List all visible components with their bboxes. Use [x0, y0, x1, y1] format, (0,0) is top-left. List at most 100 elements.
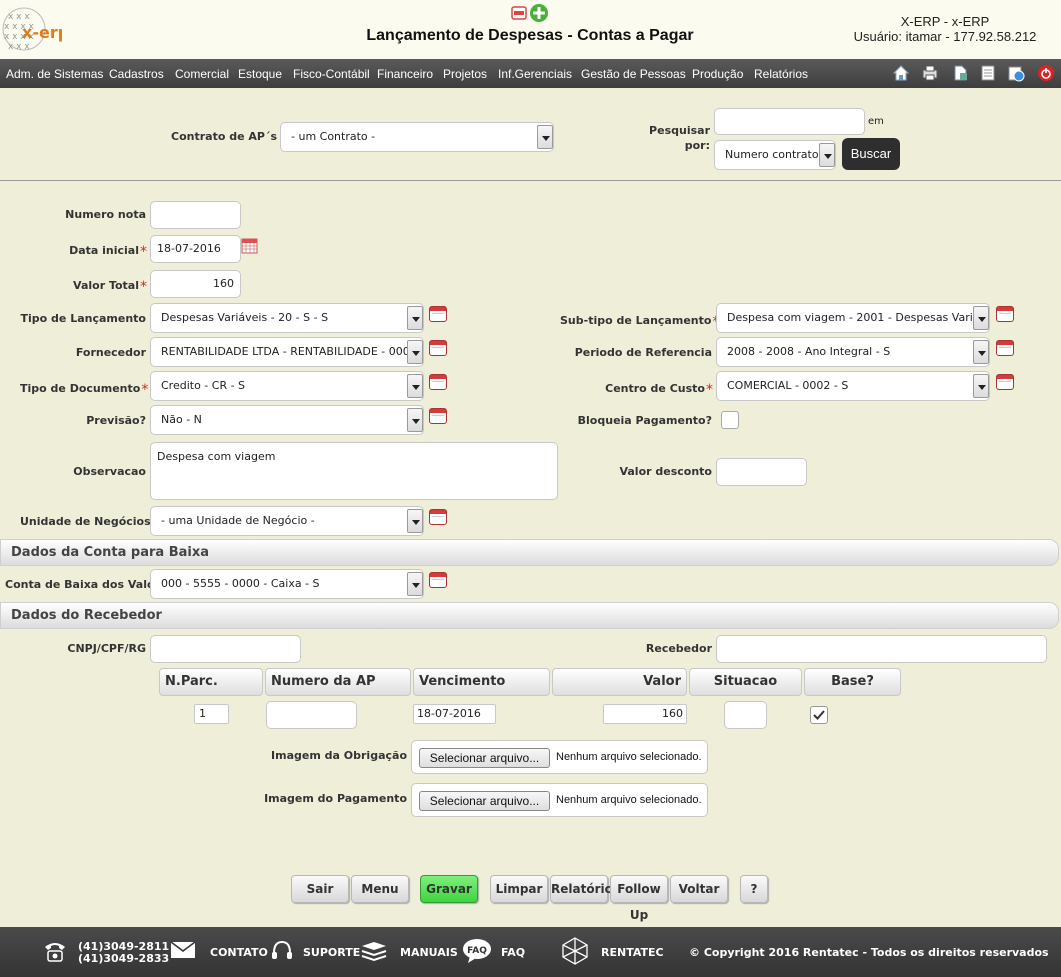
- chevron-down-icon: [819, 143, 835, 167]
- home-icon[interactable]: [892, 64, 910, 82]
- recebedor-input[interactable]: [716, 635, 1047, 663]
- chevron-down-icon: [973, 306, 989, 330]
- previsao-lookup-icon[interactable]: [429, 408, 447, 424]
- rentatec-logo-icon[interactable]: [560, 936, 590, 966]
- page-icon[interactable]: [979, 64, 997, 82]
- menu-item-comercial[interactable]: Comercial: [175, 67, 229, 81]
- centro-custo-select[interactable]: COMERCIAL - 0002 - S: [716, 371, 990, 401]
- limpar-button[interactable]: Limpar: [490, 875, 548, 903]
- books-icon[interactable]: [360, 940, 388, 964]
- menu-item-fisco-contabil[interactable]: Fisco-Contábil: [293, 67, 370, 81]
- pdf-icon[interactable]: [511, 6, 527, 20]
- observacao-label: Observacao: [73, 465, 146, 478]
- logo[interactable]: x x x x x x x x x x x x x x x-erp: [2, 5, 69, 53]
- col-header-numero-ap: Numero da AP: [265, 668, 411, 696]
- footer-suporte-link[interactable]: SUPORTE: [303, 946, 360, 959]
- unidade-negocios-select[interactable]: - uma Unidade de Negócio -: [150, 506, 424, 536]
- footer-faq-link[interactable]: FAQ: [501, 946, 525, 959]
- imagem-obrigacao-button[interactable]: Selecionar arquivo...: [419, 748, 550, 768]
- cnpj-input[interactable]: [150, 635, 301, 663]
- menu-item-projetos[interactable]: Projetos: [443, 67, 487, 81]
- document-icon[interactable]: [951, 64, 969, 82]
- parcela-nparc-input[interactable]: 1: [194, 704, 229, 724]
- tipo-lancamento-select[interactable]: Despesas Variáveis - 20 - S - S: [150, 303, 424, 333]
- voltar-button[interactable]: Voltar: [670, 875, 728, 903]
- menu-item-inf-gerenciais[interactable]: Inf.Gerenciais: [498, 67, 572, 81]
- parcela-numero-ap-input[interactable]: [266, 701, 357, 729]
- add-icon[interactable]: [530, 4, 548, 22]
- calendar-icon[interactable]: [241, 238, 258, 254]
- valor-total-input[interactable]: 160: [150, 270, 241, 298]
- svg-text:FAQ: FAQ: [467, 946, 487, 956]
- menu-item-relatorios[interactable]: Relatórios: [754, 67, 808, 81]
- bloqueia-checkbox[interactable]: [721, 411, 739, 429]
- numero-nota-label: Numero nota: [65, 208, 146, 221]
- followup-button[interactable]: Follow Up: [610, 875, 668, 922]
- divider: [0, 180, 1061, 181]
- search-by-label: Pesquisar por:: [649, 124, 710, 152]
- col-header-base: Base?: [804, 668, 901, 696]
- menu-item-adm-sistemas[interactable]: Adm. de Sistemas: [6, 67, 103, 81]
- valor-desconto-input[interactable]: [716, 458, 807, 486]
- menu-item-gestao-pessoas[interactable]: Gestão de Pessoas: [581, 67, 686, 81]
- fornecedor-label: Fornecedor: [75, 346, 146, 359]
- footer-contato-link[interactable]: CONTATO: [210, 946, 268, 959]
- sair-button[interactable]: Sair: [291, 875, 349, 903]
- observacao-textarea[interactable]: Despesa com viagem: [150, 442, 558, 500]
- power-icon[interactable]: [1037, 64, 1055, 82]
- sub-tipo-lookup-icon[interactable]: [996, 306, 1014, 322]
- parcela-situacao-input[interactable]: [724, 701, 767, 729]
- footer-rentatec-link[interactable]: RENTATEC: [601, 946, 664, 959]
- periodo-select[interactable]: 2008 - 2008 - Ano Integral - S: [716, 337, 990, 367]
- menu-item-producao[interactable]: Produção: [692, 67, 743, 81]
- menu-item-estoque[interactable]: Estoque: [238, 67, 282, 81]
- sub-tipo-label: Sub-tipo de Lançamento*: [560, 314, 719, 330]
- contract-select[interactable]: - um Contrato -: [280, 122, 554, 152]
- headset-icon[interactable]: [270, 939, 294, 963]
- tipo-documento-select[interactable]: Credito - CR - S: [150, 371, 424, 401]
- conta-baixa-lookup-icon[interactable]: [429, 572, 447, 588]
- main-menu: Adm. de Sistemas Cadastros Comercial Est…: [0, 59, 1061, 88]
- gravar-button[interactable]: Gravar: [420, 875, 478, 903]
- tipo-lancamento-value: Despesas Variáveis - 20 - S - S: [161, 311, 329, 324]
- footer-manuais-link[interactable]: MANUAIS: [400, 946, 458, 959]
- unidade-negocios-lookup-icon[interactable]: [429, 509, 447, 525]
- sub-tipo-select[interactable]: Despesa com viagem - 2001 - Despesas Var…: [716, 303, 990, 333]
- tipo-lancamento-lookup-icon[interactable]: [429, 306, 447, 322]
- svg-text:x x x: x x x: [8, 42, 30, 52]
- parcela-vencimento-input[interactable]: 18-07-2016: [413, 704, 496, 724]
- search-by-select[interactable]: Numero contrato: [714, 140, 836, 170]
- fornecedor-select[interactable]: RENTABILIDADE LTDA - RENTABILIDADE - 000…: [150, 337, 424, 367]
- sub-tipo-value: Despesa com viagem - 2001 - Despesas Var…: [727, 311, 990, 324]
- chevron-down-icon: [537, 125, 553, 149]
- world-icon[interactable]: [1007, 64, 1025, 82]
- search-input[interactable]: [714, 108, 865, 135]
- periodo-lookup-icon[interactable]: [996, 340, 1014, 356]
- parcela-valor-input[interactable]: 160: [603, 704, 687, 724]
- imagem-pagamento-field: Selecionar arquivo... Nenhum arquivo sel…: [411, 783, 708, 817]
- search-button[interactable]: Buscar: [842, 138, 900, 170]
- data-inicial-input[interactable]: 18-07-2016: [150, 235, 241, 263]
- mail-icon[interactable]: [170, 941, 196, 959]
- centro-custo-lookup-icon[interactable]: [996, 374, 1014, 390]
- imagem-obrigacao-status: Nenhum arquivo selecionado.: [556, 751, 702, 763]
- faq-icon[interactable]: FAQ: [462, 938, 492, 964]
- previsao-select[interactable]: Não - N: [150, 405, 424, 435]
- menu-item-financeiro[interactable]: Financeiro: [377, 67, 433, 81]
- menu-button[interactable]: Menu: [351, 875, 409, 903]
- numero-nota-input[interactable]: [150, 201, 241, 229]
- help-button[interactable]: ?: [740, 875, 768, 903]
- tipo-documento-lookup-icon[interactable]: [429, 374, 447, 390]
- imagem-pagamento-button[interactable]: Selecionar arquivo...: [419, 791, 550, 811]
- cnpj-label: CNPJ/CPF/RG: [67, 642, 146, 655]
- valor-desconto-label: Valor desconto: [619, 465, 712, 478]
- data-inicial-label: Data inicial*: [69, 244, 147, 260]
- centro-custo-value: COMERCIAL - 0002 - S: [727, 379, 849, 392]
- print-icon[interactable]: [921, 64, 939, 82]
- parcela-base-checkbox[interactable]: [810, 706, 828, 724]
- conta-baixa-select[interactable]: 000 - 5555 - 0000 - Caixa - S: [150, 569, 424, 599]
- menu-item-cadastros[interactable]: Cadastros: [109, 67, 164, 81]
- relatorio-button[interactable]: Relatório: [550, 875, 613, 903]
- fornecedor-lookup-icon[interactable]: [429, 340, 447, 356]
- footer-phone-2: (41)3049-2833: [78, 952, 170, 965]
